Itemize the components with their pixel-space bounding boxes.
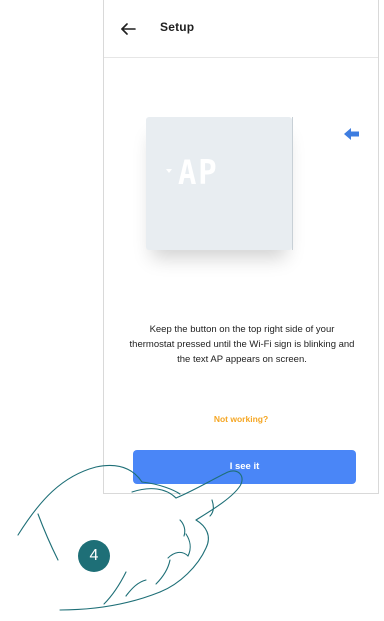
not-working-link[interactable]: Not working?: [104, 414, 378, 424]
arrow-left-icon: [344, 128, 359, 140]
page-title: Setup: [160, 20, 195, 34]
thermostat-button-edge: [292, 117, 293, 250]
app-header: Setup: [104, 0, 378, 58]
i-see-it-button[interactable]: I see it: [133, 450, 356, 484]
instruction-text: Keep the button on the top right side of…: [129, 324, 355, 365]
stage: Setup AP Keep the button on the top righ…: [0, 0, 384, 621]
arrow-left-icon: [121, 23, 136, 35]
step-number-badge: 4: [78, 540, 110, 572]
back-button[interactable]: [118, 18, 140, 40]
thermostat-display: AP: [146, 117, 292, 250]
phone-screen: Setup AP Keep the button on the top righ…: [103, 0, 379, 494]
thermostat-illustration: AP: [146, 113, 346, 263]
display-text: AP: [178, 153, 219, 193]
wifi-indicator-icon: [166, 169, 172, 173]
